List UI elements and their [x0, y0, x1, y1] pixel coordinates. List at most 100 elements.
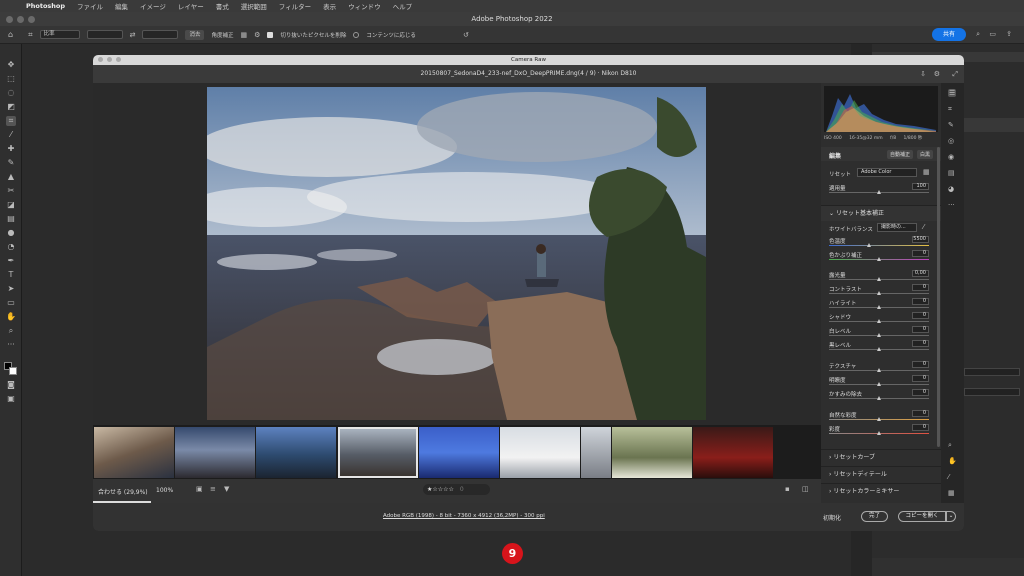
- width-field[interactable]: [86, 30, 123, 39]
- menu-select[interactable]: 選択範囲: [241, 1, 267, 11]
- menu-window[interactable]: ウィンドウ: [348, 1, 381, 11]
- curve-section-header[interactable]: › リセットカーブ: [821, 449, 941, 465]
- clear-button[interactable]: 消去: [185, 29, 205, 40]
- move-tool-icon[interactable]: ✥: [6, 60, 16, 70]
- more-tools-icon[interactable]: ···: [6, 340, 16, 350]
- tint-value[interactable]: 0: [912, 250, 929, 257]
- sampler-icon[interactable]: ⁄: [948, 473, 949, 481]
- ratio-select[interactable]: 比率: [39, 30, 80, 39]
- share-export-icon[interactable]: ⇪: [1006, 30, 1012, 38]
- thumbnail-7[interactable]: [581, 427, 611, 478]
- thumbnail-4-selected[interactable]: [338, 427, 418, 478]
- save-image-icon[interactable]: ⇩: [920, 65, 926, 83]
- clarity-handle[interactable]: [877, 382, 881, 386]
- red-eye-icon[interactable]: ◉: [948, 153, 954, 161]
- lasso-tool-icon[interactable]: ◌: [6, 88, 16, 98]
- healing-icon[interactable]: ✎: [948, 121, 954, 129]
- presets-icon[interactable]: ◕: [948, 185, 954, 193]
- cr-zoom-icon[interactable]: [116, 57, 121, 62]
- brush-tool-icon[interactable]: ✎: [6, 158, 16, 168]
- history-brush-icon[interactable]: ✂: [6, 186, 16, 196]
- blacks-value[interactable]: 0: [912, 340, 929, 347]
- highlights-handle[interactable]: [877, 305, 881, 309]
- grid-icon[interactable]: ▦: [948, 489, 955, 497]
- color-mixer-section-header[interactable]: › リセットカラーミキサー: [821, 483, 941, 499]
- thumbnail-3[interactable]: [256, 427, 336, 478]
- thumbnail-6[interactable]: [500, 427, 580, 478]
- amount-slider-handle[interactable]: [877, 190, 881, 194]
- content-aware-checkbox[interactable]: [353, 31, 360, 38]
- exposure-handle[interactable]: [877, 277, 881, 281]
- profile-browser-icon[interactable]: ▦: [923, 168, 930, 176]
- open-copy-button[interactable]: コピーを開く: [898, 511, 946, 522]
- saturation-value[interactable]: 0: [912, 424, 929, 431]
- temperature-track[interactable]: [829, 245, 929, 246]
- reset-button[interactable]: 初期化: [823, 513, 841, 522]
- vibrance-handle[interactable]: [877, 417, 881, 421]
- filmstrip-toggle-icon[interactable]: ▣: [196, 485, 203, 493]
- marquee-tool-icon[interactable]: ⬚: [6, 74, 16, 84]
- texture-value[interactable]: 0: [912, 361, 929, 368]
- thumbnail-1[interactable]: [94, 427, 174, 478]
- settings-gear-icon[interactable]: ⚙: [254, 31, 260, 39]
- image-preview[interactable]: [93, 83, 821, 480]
- split-view-icon[interactable]: ◫: [802, 485, 809, 493]
- vibrance-value[interactable]: 0: [912, 410, 929, 417]
- menu-filter[interactable]: フィルター: [279, 1, 311, 11]
- tint-handle[interactable]: [877, 257, 881, 261]
- more-icon[interactable]: ···: [948, 201, 955, 209]
- reset-icon[interactable]: ↺: [463, 31, 469, 39]
- workspace-icon[interactable]: ▭: [989, 30, 996, 38]
- menu-help[interactable]: ヘルプ: [393, 1, 413, 11]
- delete-pixels-checkbox[interactable]: [267, 31, 274, 38]
- filter-icon[interactable]: ▼: [224, 485, 229, 493]
- home-icon[interactable]: ⌂: [8, 30, 13, 39]
- before-after-icon[interactable]: ▪: [785, 485, 790, 493]
- amount-value[interactable]: 100: [912, 183, 929, 190]
- menu-type[interactable]: 書式: [216, 1, 229, 11]
- zoom-tool-icon[interactable]: ⌕: [6, 326, 16, 336]
- open-options-chevron-icon[interactable]: ⌄: [946, 511, 956, 522]
- grid-overlay-icon[interactable]: ▦: [241, 31, 248, 39]
- star-icon[interactable]: ★☆☆☆☆: [427, 486, 454, 493]
- healing-brush-icon[interactable]: ✚: [6, 144, 16, 154]
- menu-view[interactable]: 表示: [323, 1, 336, 11]
- cr-close-icon[interactable]: [98, 57, 103, 62]
- done-button[interactable]: 完了: [861, 511, 888, 522]
- fullscreen-icon[interactable]: ⤢: [952, 65, 958, 83]
- blur-tool-icon[interactable]: ●: [6, 228, 16, 238]
- path-select-icon[interactable]: ➤: [6, 284, 16, 294]
- type-tool-icon[interactable]: T: [6, 270, 16, 280]
- shape-tool-icon[interactable]: ▭: [6, 298, 16, 308]
- temperature-value[interactable]: 5500: [912, 236, 929, 243]
- clarity-value[interactable]: 0: [912, 375, 929, 382]
- menu-image[interactable]: イメージ: [140, 1, 166, 11]
- menu-edit[interactable]: 編集: [115, 1, 128, 11]
- auto-button[interactable]: 自動補正: [887, 150, 914, 159]
- crop-tool-icon[interactable]: ⌗: [28, 30, 33, 40]
- star-rating[interactable]: ★☆☆☆☆ 0: [423, 484, 490, 495]
- snapshots-icon[interactable]: ▤: [948, 169, 955, 177]
- wb-eyedropper-icon[interactable]: ⁄: [923, 223, 924, 231]
- detail-section-header[interactable]: › リセットディテール: [821, 466, 941, 482]
- crop-icon[interactable]: ⌗: [948, 105, 952, 114]
- contrast-value[interactable]: 0: [912, 284, 929, 291]
- dehaze-handle[interactable]: [877, 396, 881, 400]
- search-icon[interactable]: ⌕: [976, 30, 980, 39]
- object-select-icon[interactable]: ◩: [6, 102, 16, 112]
- opacity-field[interactable]: [964, 368, 1020, 376]
- height-field[interactable]: [142, 30, 179, 39]
- share-button[interactable]: 共有: [932, 28, 966, 41]
- workflow-options-link[interactable]: Adobe RGB (1998) - 8 bit - 7360 x 4912 (…: [383, 513, 545, 519]
- dodge-tool-icon[interactable]: ◔: [6, 242, 16, 252]
- texture-handle[interactable]: [877, 368, 881, 372]
- profile-select[interactable]: Adobe Color: [857, 168, 917, 177]
- eyedropper-icon[interactable]: ⁄: [6, 130, 16, 140]
- screen-mode-icon[interactable]: ▣: [6, 394, 16, 404]
- background-color-swatch[interactable]: [9, 367, 17, 375]
- hand-tool-icon[interactable]: ✋: [6, 312, 16, 322]
- contrast-handle[interactable]: [877, 291, 881, 295]
- cr-settings-icon[interactable]: ⚙: [934, 65, 940, 83]
- shadows-value[interactable]: 0: [912, 312, 929, 319]
- panel-scrollbar[interactable]: [937, 147, 940, 447]
